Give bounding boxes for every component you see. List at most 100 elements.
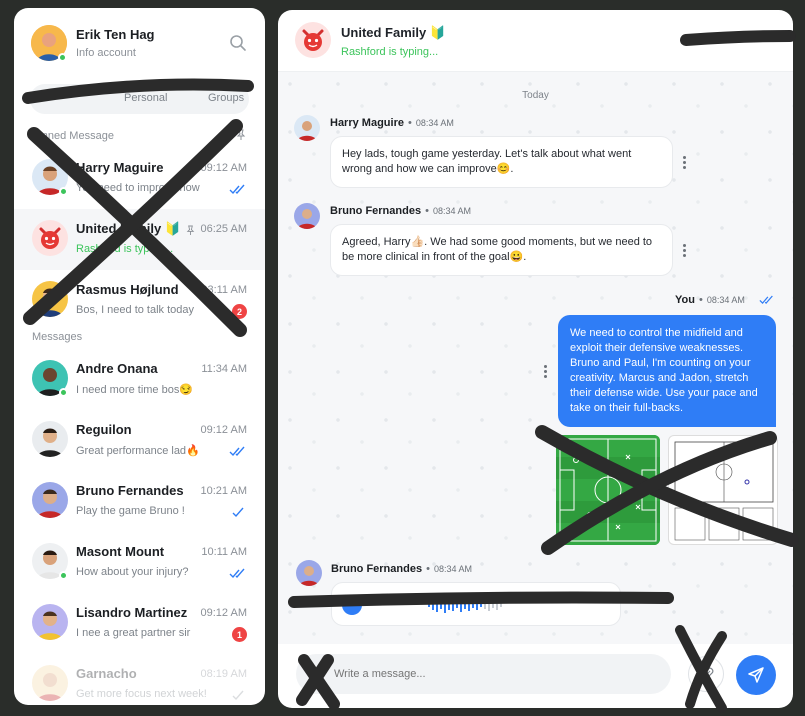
avatar — [32, 665, 68, 701]
double-check-icon — [229, 184, 245, 195]
unread-badge: 1 — [232, 627, 247, 642]
pin-icon — [186, 225, 195, 235]
chat-item-lisandro-martinez[interactable]: Lisandro Martinez I nee a great partner … — [14, 593, 265, 654]
chat-item-harry-maguire[interactable]: Harry Maguire You need to improve how 09… — [14, 148, 265, 209]
avatar — [32, 421, 68, 457]
chat-preview: How about your injury? — [76, 566, 189, 578]
message-bubble: We need to control the midfield and expl… — [558, 315, 776, 427]
double-check-icon — [759, 295, 773, 305]
online-indicator — [59, 571, 68, 580]
message-time: 08:34 AM — [432, 206, 471, 216]
devil-icon — [302, 29, 324, 51]
message-meta: You • 08:34 AM — [675, 294, 745, 306]
message-input[interactable] — [296, 654, 671, 694]
online-indicator — [59, 187, 68, 196]
avatar — [32, 281, 68, 317]
chat-item-rasmus-hojlund[interactable]: Rasmus Højlund Bos, I need to talk today… — [14, 270, 265, 331]
chat-preview: Rashford is typing... — [76, 243, 174, 255]
tactics-pitch-image[interactable] — [556, 435, 660, 545]
chat-time: 09:12 AM — [200, 424, 247, 436]
kebab-icon[interactable] — [544, 365, 548, 379]
chat-preview: Play the game Bruno ! — [76, 505, 185, 517]
profile-subtitle: Info account — [76, 47, 136, 59]
message-time: 08:34 AM — [433, 564, 472, 574]
send-icon — [748, 667, 764, 683]
sender-name: Bruno Fernandes — [331, 563, 423, 575]
message-meta: Harry Maguire • 08:34 AM — [330, 117, 454, 129]
search-icon[interactable] — [229, 34, 247, 52]
tab-personal[interactable]: Personal — [124, 92, 167, 104]
section-messages-label: Messages — [32, 331, 83, 343]
tactics-notes-image[interactable] — [668, 435, 778, 545]
profile-header: Erik Ten Hag Info account — [14, 8, 265, 78]
avatar — [32, 604, 68, 640]
online-indicator — [59, 388, 68, 397]
message-bubble: Hey lads, tough game yesterday. Let's ta… — [330, 136, 673, 188]
conversation-title: United Family 🔰 — [341, 25, 447, 40]
chat-name: United Family 🔰 — [76, 221, 182, 236]
avatar — [296, 560, 322, 586]
chat-type-tabs: Personal Groups — [30, 84, 249, 114]
check-icon — [232, 507, 244, 518]
avatar — [294, 203, 320, 229]
message-time: 08:34 AM — [415, 118, 454, 128]
chat-item-bruno-fernandes[interactable]: Bruno Fernandes Play the game Bruno ! 10… — [14, 471, 265, 532]
chat-time: 09:12 AM — [200, 607, 247, 619]
tab-groups[interactable]: Groups — [208, 92, 244, 104]
chat-item-masont-mount[interactable]: Masont Mount How about your injury? 10:1… — [14, 532, 265, 593]
chat-preview: Get more focus next week! — [76, 688, 207, 700]
chat-preview: Bos, I need to talk today — [76, 304, 195, 316]
chat-item-reguilon[interactable]: Reguilon Great performance lad🔥 09:12 AM — [14, 410, 265, 471]
group-avatar — [32, 220, 68, 256]
send-button[interactable] — [736, 655, 776, 695]
avatar — [294, 115, 320, 141]
day-separator: Today — [522, 90, 549, 101]
chat-name: Masont Mount — [76, 544, 165, 559]
profile-name: Erik Ten Hag — [76, 27, 155, 42]
kebab-icon[interactable] — [683, 156, 687, 170]
chat-time: 03:11 AM — [201, 284, 247, 296]
chat-time: 09:12 AM — [200, 162, 247, 174]
sender-name: You — [675, 294, 695, 306]
chat-name: Bruno Fernandes — [76, 483, 184, 498]
voice-message — [331, 582, 621, 626]
chat-preview: Great performance lad🔥 — [76, 445, 200, 457]
waveform — [428, 597, 502, 613]
message-meta: Bruno Fernandes • 08:34 AM — [331, 563, 472, 575]
message-bubble: Agreed, Harry👍🏻. We had some good moment… — [330, 224, 673, 276]
meta-separator: • — [425, 205, 429, 217]
sender-name: Harry Maguire — [330, 117, 404, 129]
chat-item-united-family[interactable]: United Family 🔰 Rashford is typing... 06… — [14, 209, 265, 270]
attach-button[interactable] — [688, 656, 724, 692]
chat-name: Andre Onana — [76, 361, 158, 376]
chat-time: 11:34 AM — [201, 363, 247, 375]
message-composer — [278, 644, 793, 708]
online-indicator — [58, 53, 67, 62]
conversation-header: United Family 🔰 Rashford is typing... — [278, 10, 793, 72]
double-check-icon — [229, 568, 245, 579]
message-list[interactable]: Today Harry Maguire • 08:34 AM Hey lads, t… — [278, 72, 793, 644]
chat-preview: I need more time bos😏 — [76, 384, 194, 396]
message-time: 08:34 AM — [706, 295, 745, 305]
sender-name: Bruno Fernandes — [330, 205, 422, 217]
chat-name: Rasmus Højlund — [76, 282, 179, 297]
chat-preview: You need to improve how — [76, 182, 200, 194]
sidebar: Erik Ten Hag Info account Personal Group… — [14, 8, 265, 705]
chat-name: Harry Maguire — [76, 160, 164, 175]
chat-time: 06:25 AM — [200, 223, 247, 235]
play-icon[interactable] — [342, 595, 362, 615]
kebab-icon[interactable] — [683, 244, 687, 258]
chat-name: Reguilon — [76, 422, 132, 437]
chat-item-andre-onana[interactable]: Andre Onana I need more time bos😏 11:34 … — [14, 349, 265, 410]
chat-time: 10:11 AM — [201, 546, 247, 558]
chat-preview: I nee a great partner sir — [76, 627, 191, 639]
check-icon — [232, 690, 244, 701]
avatar — [32, 482, 68, 518]
group-avatar[interactable] — [295, 22, 331, 58]
chat-name: Garnacho — [76, 666, 137, 681]
chat-item-garnacho[interactable]: Garnacho Get more focus next week! 08:19… — [14, 654, 265, 705]
meta-separator: • — [426, 563, 430, 575]
paperclip-icon — [701, 667, 714, 682]
typing-status: Rashford is typing... — [341, 46, 439, 58]
meta-separator: • — [698, 294, 703, 306]
